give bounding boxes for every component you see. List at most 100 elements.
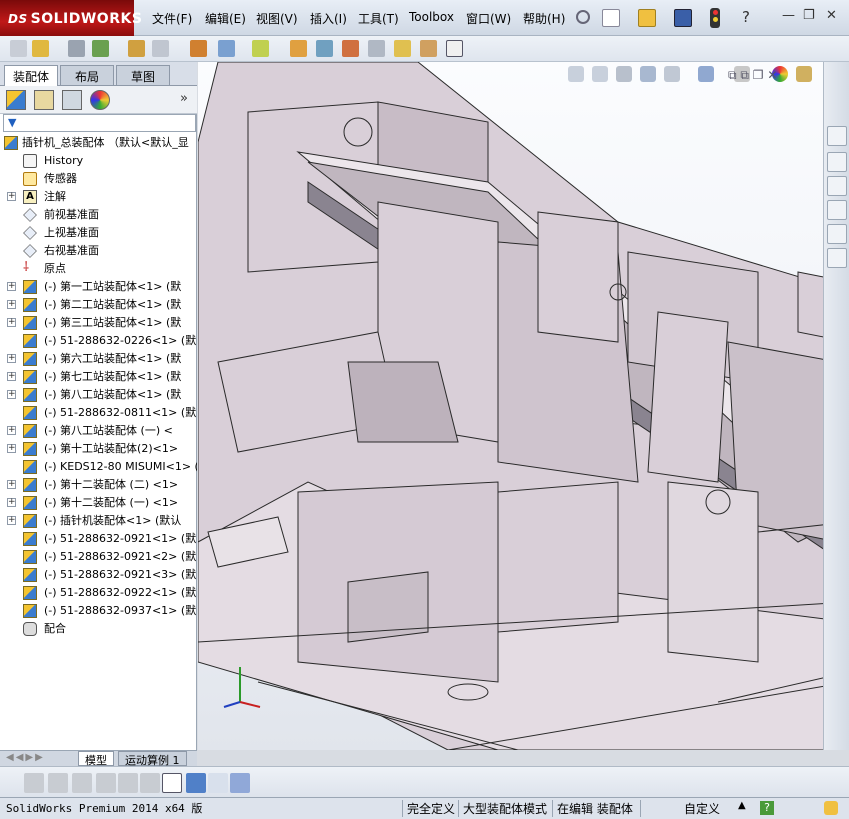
custom-properties-icon[interactable] [827,248,847,268]
view-palette-icon[interactable] [827,200,847,220]
apply-scene-icon[interactable] [796,66,812,82]
tree-item[interactable]: + (-) 插针机装配体<1> (默认 [0,512,197,530]
explode-line-sketch-icon[interactable] [368,40,385,57]
tree-item[interactable]: 前视基准面 [0,206,197,224]
menu-view[interactable]: 视图(V) [256,10,298,27]
display-style-icon[interactable] [698,66,714,82]
solidworks-logo[interactable]: DS SOLIDWORKS [0,0,142,36]
feature-manager-icon[interactable] [6,90,26,110]
expand-toggle-icon[interactable]: + [7,282,16,291]
tree-item[interactable]: (-) 51-288632-0937<1> (默 [0,602,197,620]
tab-assembly[interactable]: 装配体 [4,65,58,86]
results-icon[interactable] [118,773,138,793]
viewport-window-controls-icon[interactable]: ⧉ ⧉ ❐ ✕ [728,68,777,83]
tree-item[interactable]: 配合 [0,620,197,638]
table-view-icon[interactable] [208,773,228,793]
assembly-features-icon[interactable] [218,40,235,57]
menu-file[interactable]: 文件(F) [152,10,192,27]
configuration-manager-icon[interactable] [62,90,82,110]
tree-item[interactable]: + (-) 第十二装配体 (二) <1> [0,476,197,494]
expand-panel-icon[interactable]: » [180,91,188,106]
expand-toggle-icon[interactable]: + [7,426,16,435]
tree-item[interactable]: 右视基准面 [0,242,197,260]
tree-filter[interactable]: ▼ [3,114,196,132]
expand-toggle-icon[interactable]: + [7,354,16,363]
hide-show-icon[interactable] [190,40,207,57]
move-component-icon[interactable] [152,40,169,57]
expand-toggle-icon[interactable]: + [7,498,16,507]
file-explorer-icon[interactable] [827,176,847,196]
tree-item[interactable]: (-) 51-288632-0921<2> (默 [0,548,197,566]
motor-icon[interactable] [72,773,92,793]
large-assembly-mode-icon[interactable] [446,40,463,57]
menu-toolbox[interactable]: Toolbox [409,10,454,24]
section-view-icon[interactable] [640,66,656,82]
key-point-icon[interactable] [48,773,68,793]
tree-item[interactable]: + (-) 第二工站装配体<1> (默 [0,296,197,314]
exploded-view-icon[interactable] [342,40,359,57]
menu-insert[interactable]: 插入(I) [310,10,347,27]
tree-item[interactable]: + (-) 第八工站装配体<1> (默 [0,386,197,404]
close-button[interactable]: ✕ [826,8,837,23]
shaded-view-icon[interactable] [186,773,206,793]
assembly-tool-icon[interactable] [10,40,27,57]
open-folder-icon[interactable] [638,9,656,27]
interference-detection-icon[interactable] [394,40,411,57]
design-library-icon[interactable] [827,152,847,172]
instant3d-icon[interactable] [420,40,437,57]
expand-toggle-icon[interactable]: + [7,372,16,381]
expand-toggle-icon[interactable]: + [7,390,16,399]
rebuild-traffic-light-icon[interactable] [710,8,720,28]
expand-toggle-icon[interactable]: + [7,300,16,309]
tree-item[interactable]: (-) 51-288632-0921<3> (默 [0,566,197,584]
tree-item[interactable]: + (-) 第十工站装配体(2)<1> [0,440,197,458]
tree-item[interactable]: + (-) 第十二装配体 (一) <1> [0,494,197,512]
help-status-icon[interactable]: ? [760,801,774,815]
bill-of-materials-icon[interactable] [316,40,333,57]
menu-edit[interactable]: 编辑(E) [205,10,246,27]
zoom-to-area-icon[interactable] [592,66,608,82]
tree-root-assembly[interactable]: 插针机_总装配体 （默认<默认_显 [0,134,197,152]
units-dropdown-icon[interactable]: ▲ [738,800,746,811]
view-orientation-icon[interactable] [664,66,680,82]
tree-item[interactable]: ⸸ 原点 [0,260,197,278]
tab-model[interactable]: 模型 [78,751,114,767]
tree-item[interactable]: + (-) 第八工站装配体 (一) < [0,422,197,440]
tree-item[interactable]: + (-) 第六工站装配体<1> (默 [0,350,197,368]
tree-item[interactable]: + (-) 第七工站装配体<1> (默 [0,368,197,386]
previous-view-icon[interactable] [616,66,632,82]
save-icon[interactable] [674,9,692,27]
tree-item[interactable]: (-) 51-288632-0921<1> (默 [0,530,197,548]
tab-motion-study[interactable]: 运动算例 1 [118,751,187,767]
solidworks-resources-icon[interactable] [827,126,847,146]
property-manager-icon[interactable] [34,90,54,110]
reference-geometry-icon[interactable] [252,40,269,57]
spring-icon[interactable] [96,773,116,793]
tab-layout[interactable]: 布局 [60,65,114,85]
appearance-manager-icon[interactable] [90,90,110,110]
new-document-icon[interactable] [602,9,620,27]
tree-item[interactable]: (-) 51-288632-0226<1> (默 [0,332,197,350]
tab-sketch[interactable]: 草图 [116,65,170,85]
insert-component-icon[interactable] [32,40,49,57]
menu-help[interactable]: 帮助(H) [523,10,565,27]
expand-toggle-icon[interactable]: + [7,192,16,201]
tree-item[interactable]: + (-) 第三工站装配体<1> (默 [0,314,197,332]
tree-item[interactable]: History [0,152,197,170]
tree-item[interactable]: (-) 51-288632-0922<1> (默 [0,584,197,602]
coordinate-icon[interactable] [162,773,182,793]
tree-item[interactable]: 上视基准面 [0,224,197,242]
pattern-icon[interactable] [92,40,109,57]
tree-item[interactable]: (-) 51-288632-0811<1> (默 [0,404,197,422]
minimize-button[interactable]: — [782,8,795,23]
pin-icon[interactable] [576,10,590,24]
expand-toggle-icon[interactable]: + [7,444,16,453]
mate-icon[interactable] [68,40,85,57]
units-selector[interactable]: 自定义 [684,800,720,817]
menu-tools[interactable]: 工具(T) [358,10,399,27]
appearances-scenes-icon[interactable] [827,224,847,244]
tag-icon[interactable] [824,801,838,815]
menu-window[interactable]: 窗口(W) [466,10,511,27]
expand-toggle-icon[interactable]: + [7,480,16,489]
new-motion-study-icon[interactable] [290,40,307,57]
